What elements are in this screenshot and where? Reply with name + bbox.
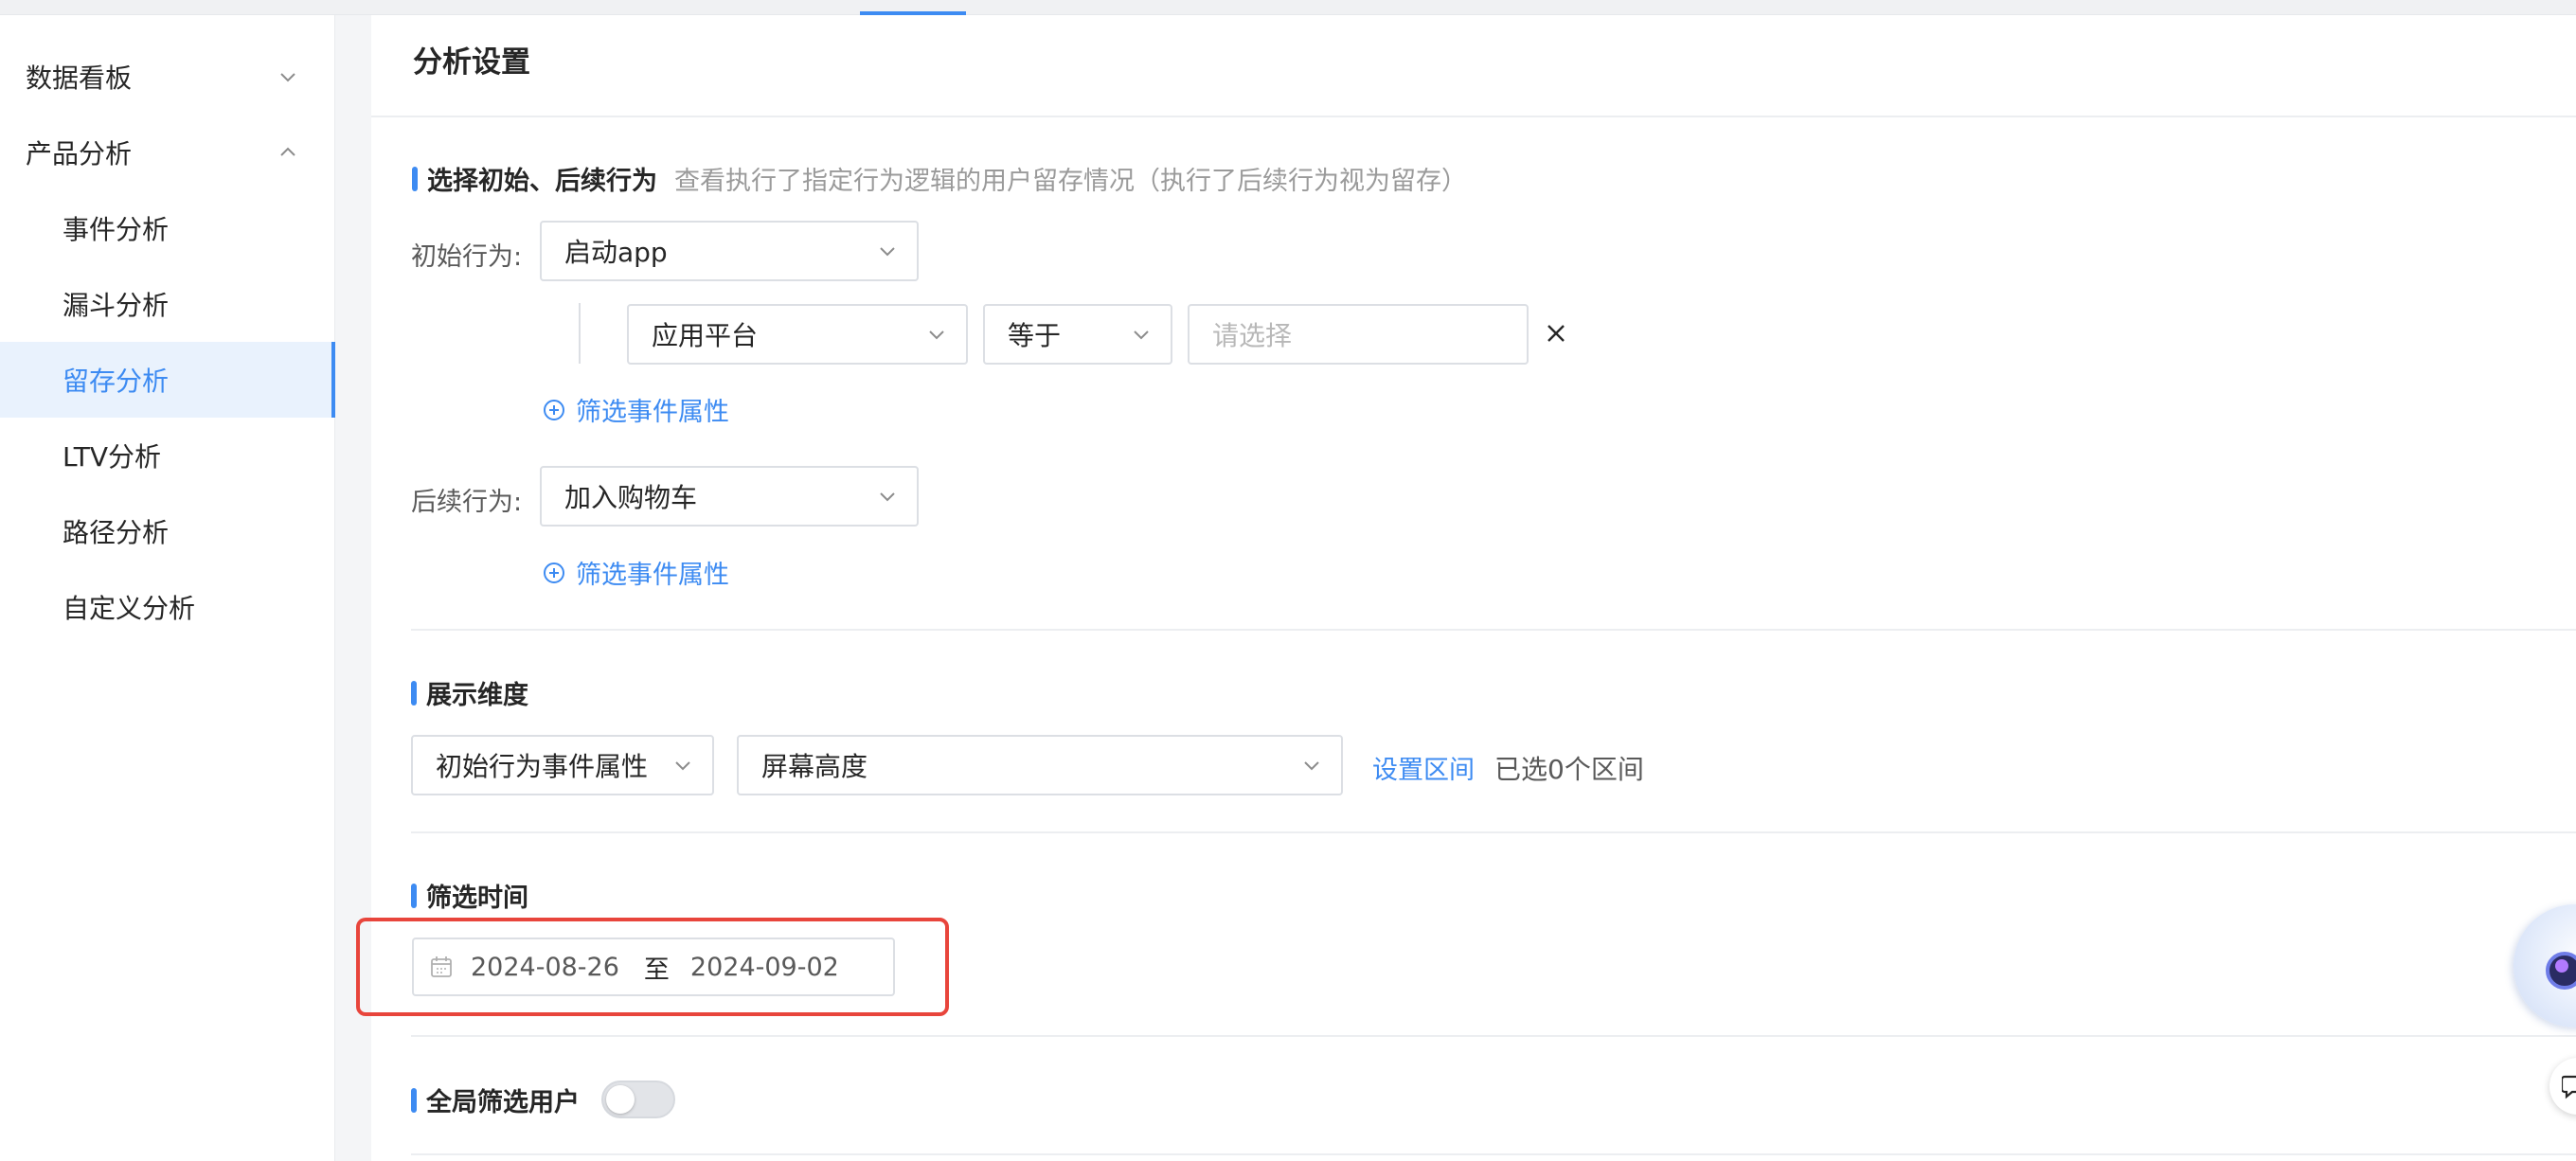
sidebar-item-label: 留存分析 <box>63 366 170 397</box>
set-range-link[interactable]: 设置区间 <box>1372 749 1475 786</box>
sidebar-item-product-analysis[interactable]: 产品分析 <box>0 115 335 190</box>
chevron-down-icon <box>280 73 295 82</box>
section-description: 查看执行了指定行为逻辑的用户留存情况（执行了后续行为视为留存） <box>674 167 1467 196</box>
date-range-picker[interactable]: 2024-08-26 至 2024-09-02 <box>412 938 895 996</box>
section-marker <box>411 1087 417 1113</box>
filter-value-select[interactable]: 请选择 <box>1188 304 1529 365</box>
select-value: 等于 <box>1008 320 1062 351</box>
sidebar-item-path-analysis[interactable]: 路径分析 <box>0 493 335 569</box>
date-separator: 至 <box>643 955 670 985</box>
divider <box>411 1035 2576 1037</box>
end-date: 2024-09-02 <box>689 952 839 982</box>
link-label: 筛选事件属性 <box>576 398 729 427</box>
chevron-down-icon <box>929 330 944 340</box>
chat-icon <box>2562 1075 2576 1099</box>
sidebar-item-label: 自定义分析 <box>63 593 196 624</box>
global-filter-section-title: 全局筛选用户 <box>411 1081 580 1118</box>
filter-tree-line <box>579 303 581 364</box>
sidebar-item-event-analysis[interactable]: 事件分析 <box>0 190 335 266</box>
select-placeholder: 请选择 <box>1212 320 1293 351</box>
behavior-section-title: 选择初始、后续行为 查看执行了指定行为逻辑的用户留存情况（执行了后续行为视为留存… <box>412 160 1467 197</box>
select-value: 应用平台 <box>652 320 759 351</box>
chevron-down-icon <box>675 761 690 771</box>
section-title-text: 筛选时间 <box>426 884 528 913</box>
sidebar-item-dashboard[interactable]: 数据看板 <box>0 39 335 115</box>
sidebar: 数据看板 产品分析 事件分析 漏斗分析 留存分析 LTV分析 路径分析 自定义分… <box>0 15 335 1161</box>
robot-eye-glow <box>2555 959 2568 973</box>
sidebar-item-ltv-analysis[interactable]: LTV分析 <box>0 418 335 493</box>
toggle-knob <box>606 1085 635 1114</box>
sidebar-item-label: 产品分析 <box>26 138 133 170</box>
select-value: 启动app <box>564 237 668 268</box>
dimension-section-title: 展示维度 <box>411 674 528 711</box>
sidebar-item-retention-analysis[interactable]: 留存分析 <box>0 342 335 418</box>
top-bar <box>0 0 2576 15</box>
remove-filter-icon[interactable] <box>1544 321 1568 346</box>
plus-circle-icon <box>544 562 564 583</box>
page-title: 分析设置 <box>413 45 530 80</box>
plus-circle-icon <box>544 399 564 420</box>
section-title-text: 展示维度 <box>426 681 528 710</box>
divider <box>371 116 2576 117</box>
add-event-filter-link[interactable]: 筛选事件属性 <box>543 391 729 428</box>
divider <box>411 831 2576 833</box>
global-filter-toggle[interactable] <box>601 1081 675 1118</box>
add-event-filter-link-2[interactable]: 筛选事件属性 <box>543 554 729 591</box>
section-title-text: 选择初始、后续行为 <box>427 167 657 196</box>
select-value: 屏幕高度 <box>761 751 868 782</box>
section-marker <box>411 680 417 706</box>
sidebar-item-label: 数据看板 <box>26 63 133 94</box>
sidebar-item-label: 漏斗分析 <box>63 290 170 321</box>
sidebar-item-funnel-analysis[interactable]: 漏斗分析 <box>0 266 335 342</box>
filter-operator-select[interactable]: 等于 <box>983 304 1172 365</box>
sidebar-item-custom-analysis[interactable]: 自定义分析 <box>0 569 335 645</box>
chevron-up-icon <box>280 147 295 156</box>
sidebar-item-label: 事件分析 <box>63 214 170 245</box>
dimension-value-select[interactable]: 屏幕高度 <box>737 735 1343 795</box>
link-label: 筛选事件属性 <box>576 561 729 590</box>
start-date: 2024-08-26 <box>471 952 619 982</box>
section-marker <box>412 166 418 191</box>
followup-behavior-label: 后续行为: <box>411 488 523 517</box>
selected-range-count: 已选0个区间 <box>1494 754 1644 785</box>
initial-behavior-select[interactable]: 启动app <box>540 221 919 281</box>
chevron-down-icon <box>880 247 895 257</box>
divider <box>411 629 2576 631</box>
dimension-type-select[interactable]: 初始行为事件属性 <box>411 735 714 795</box>
section-marker <box>411 883 417 908</box>
divider <box>411 1153 2576 1155</box>
sidebar-item-label: LTV分析 <box>63 441 162 473</box>
chevron-down-icon <box>1134 330 1149 340</box>
sidebar-item-label: 路径分析 <box>63 517 170 548</box>
initial-behavior-label: 初始行为: <box>411 242 523 272</box>
select-value: 加入购物车 <box>564 482 698 513</box>
link-label: 设置区间 <box>1372 756 1475 785</box>
followup-behavior-select[interactable]: 加入购物车 <box>540 466 919 527</box>
chevron-down-icon <box>880 492 895 502</box>
select-value: 初始行为事件属性 <box>436 751 649 782</box>
chevron-down-icon <box>1304 761 1319 771</box>
section-title-text: 全局筛选用户 <box>426 1088 580 1117</box>
calendar-icon <box>431 956 452 977</box>
time-section-title: 筛选时间 <box>411 877 528 914</box>
filter-property-select[interactable]: 应用平台 <box>627 304 968 365</box>
